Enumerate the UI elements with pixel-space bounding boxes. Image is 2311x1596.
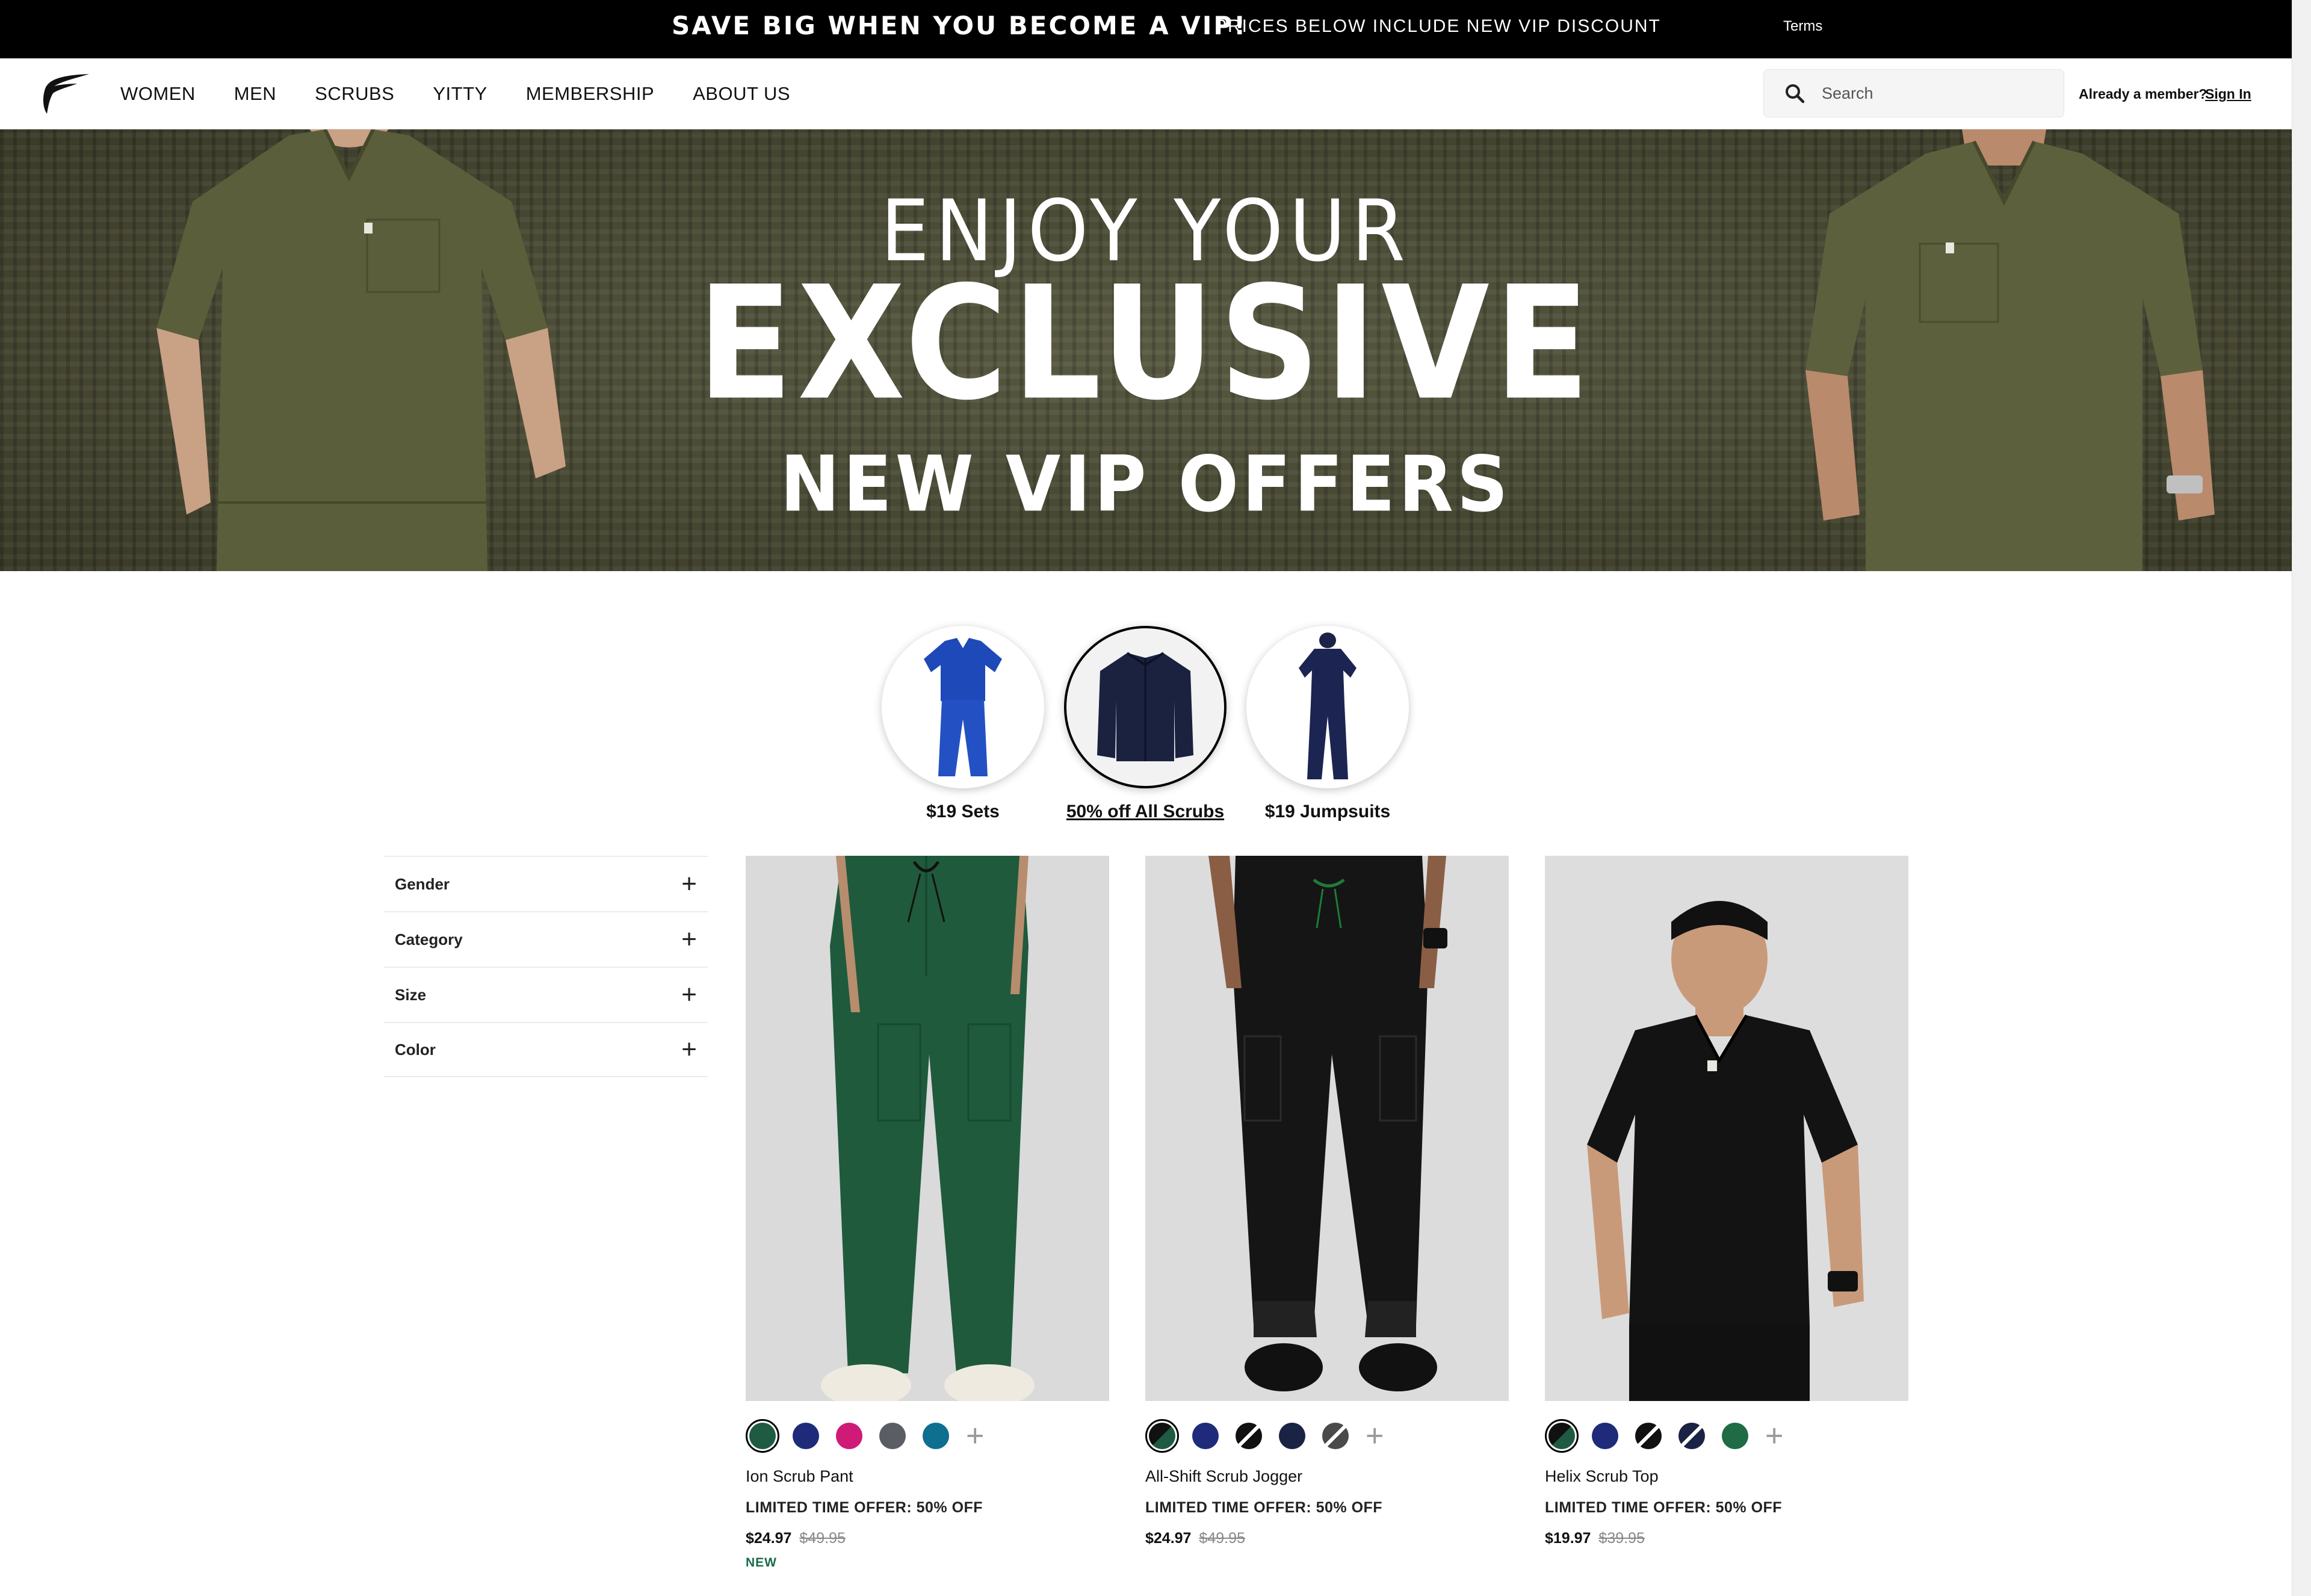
category-circle[interactable]	[1246, 626, 1409, 788]
page-scrollbar[interactable]	[2292, 0, 2311, 1596]
expand-plus-icon[interactable]: +	[681, 871, 697, 897]
product-card: + All-Shift Scrub Jogger LIMITED TIME OF…	[1145, 856, 1509, 1547]
scrub-set-icon	[924, 638, 1002, 776]
color-swatches: +	[1145, 1418, 1509, 1454]
more-colors-plus-icon[interactable]: +	[1366, 1420, 1384, 1452]
hero-banner[interactable]: ENJOY YOUR EXCLUSIVE NEW VIP OFFERS	[0, 129, 2292, 571]
product-offer: LIMITED TIME OFFER: 50% OFF	[746, 1499, 983, 1516]
color-swatch[interactable]	[1718, 1419, 1752, 1453]
category-label[interactable]: $19 Jumpsuits	[1240, 802, 1415, 822]
filter-color[interactable]: Color +	[384, 1022, 708, 1077]
color-swatch[interactable]	[832, 1419, 866, 1453]
nav-link-about-us[interactable]: ABOUT US	[693, 83, 790, 105]
sign-in-link[interactable]: Sign In	[2205, 86, 2251, 102]
product-name[interactable]: Helix Scrub Top	[1545, 1467, 1908, 1486]
black-jogger-image	[1145, 856, 1509, 1401]
nav-link-yitty[interactable]: YITTY	[433, 83, 487, 105]
category-circle[interactable]	[882, 626, 1044, 788]
search-icon	[1786, 84, 1805, 104]
sale-price: $19.97	[1545, 1530, 1591, 1547]
category-19-jumpsuits[interactable]: $19 Jumpsuits	[1240, 626, 1415, 822]
sale-price: $24.97	[746, 1530, 792, 1547]
hero-line-2: EXCLUSIVE	[697, 252, 1595, 435]
jacket-icon	[1097, 652, 1193, 761]
color-swatch[interactable]	[1675, 1419, 1709, 1453]
category-50-off-all-scrubs[interactable]: 50% off All Scrubs	[1058, 626, 1233, 822]
green-pant-image	[746, 856, 1109, 1401]
color-swatch[interactable]	[1319, 1419, 1352, 1453]
search-box[interactable]	[1763, 69, 2064, 117]
terms-link[interactable]: Terms	[1783, 18, 1822, 35]
original-price: $39.95	[1598, 1530, 1645, 1547]
color-swatches: +	[1545, 1418, 1908, 1454]
nav-link-scrubs[interactable]: SCRUBS	[315, 83, 394, 105]
filter-panel: Gender + Category + Size + Color +	[384, 856, 708, 1077]
color-swatches: +	[746, 1418, 1109, 1454]
main-navigation: WOMEN MEN SCRUBS YITTY MEMBERSHIP ABOUT …	[0, 58, 2292, 129]
product-offer: LIMITED TIME OFFER: 50% OFF	[1545, 1499, 1783, 1516]
color-swatch[interactable]	[876, 1419, 909, 1453]
sale-price: $24.97	[1145, 1530, 1192, 1547]
product-image[interactable]	[1145, 856, 1509, 1401]
more-colors-plus-icon[interactable]: +	[966, 1420, 984, 1452]
color-swatch[interactable]	[919, 1419, 953, 1453]
nav-links: WOMEN MEN SCRUBS YITTY MEMBERSHIP ABOUT …	[120, 58, 829, 129]
original-price: $49.95	[799, 1530, 846, 1547]
product-card: + Ion Scrub Pant LIMITED TIME OFFER: 50%…	[746, 856, 1109, 1570]
color-swatch[interactable]	[1275, 1419, 1309, 1453]
expand-plus-icon[interactable]: +	[681, 1036, 697, 1063]
color-swatch[interactable]	[1545, 1419, 1579, 1453]
color-swatch[interactable]	[1189, 1419, 1222, 1453]
nav-link-membership[interactable]: MEMBERSHIP	[526, 83, 654, 105]
color-swatch[interactable]	[1632, 1419, 1665, 1453]
more-colors-plus-icon[interactable]: +	[1765, 1420, 1783, 1452]
filter-gender[interactable]: Gender +	[384, 856, 708, 911]
category-circle-active[interactable]	[1064, 626, 1227, 788]
product-price: $19.97 $39.95	[1545, 1530, 1908, 1547]
product-price: $24.97 $49.95	[746, 1530, 1109, 1547]
member-prompt: Already a member?	[2079, 86, 2207, 102]
product-image[interactable]	[746, 856, 1109, 1401]
filter-label: Category	[395, 930, 463, 948]
hero-line-3: NEW VIP OFFERS	[780, 439, 1512, 529]
filter-label: Size	[395, 985, 427, 1004]
color-swatch[interactable]	[1145, 1419, 1179, 1453]
filter-size[interactable]: Size +	[384, 967, 708, 1022]
jumpsuit-icon	[1299, 633, 1357, 779]
product-name[interactable]: Ion Scrub Pant	[746, 1467, 1109, 1486]
expand-plus-icon[interactable]: +	[681, 982, 697, 1008]
color-swatch[interactable]	[1588, 1419, 1622, 1453]
new-badge: NEW	[746, 1556, 777, 1570]
filter-label: Gender	[395, 874, 450, 893]
expand-plus-icon[interactable]: +	[681, 926, 697, 953]
filter-category[interactable]: Category +	[384, 911, 708, 967]
color-swatch[interactable]	[789, 1419, 823, 1453]
black-top-image	[1545, 856, 1908, 1401]
category-19-sets[interactable]: $19 Sets	[876, 626, 1050, 822]
promo-bar: SAVE BIG WHEN YOU BECOME A VIP! PRICES B…	[0, 0, 2292, 58]
color-swatch[interactable]	[1232, 1419, 1266, 1453]
product-image[interactable]	[1545, 856, 1908, 1401]
nav-link-women[interactable]: WOMEN	[120, 83, 196, 105]
product-card: + Helix Scrub Top LIMITED TIME OFFER: 50…	[1545, 856, 1908, 1547]
promo-subtext: PRICES BELOW INCLUDE NEW VIP DISCOUNT	[1214, 16, 1661, 36]
product-offer: LIMITED TIME OFFER: 50% OFF	[1145, 1499, 1383, 1516]
search-input[interactable]	[1822, 84, 2050, 103]
category-label[interactable]: $19 Sets	[876, 802, 1050, 822]
product-price: $24.97 $49.95	[1145, 1530, 1509, 1547]
color-swatch[interactable]	[746, 1419, 779, 1453]
category-label[interactable]: 50% off All Scrubs	[1058, 802, 1233, 822]
filter-label: Color	[395, 1040, 436, 1059]
product-name[interactable]: All-Shift Scrub Jogger	[1145, 1467, 1509, 1486]
promo-headline: SAVE BIG WHEN YOU BECOME A VIP!	[672, 11, 1248, 40]
nav-link-men[interactable]: MEN	[234, 83, 276, 105]
original-price: $49.95	[1199, 1530, 1245, 1547]
brand-logo-icon[interactable]	[41, 73, 90, 115]
